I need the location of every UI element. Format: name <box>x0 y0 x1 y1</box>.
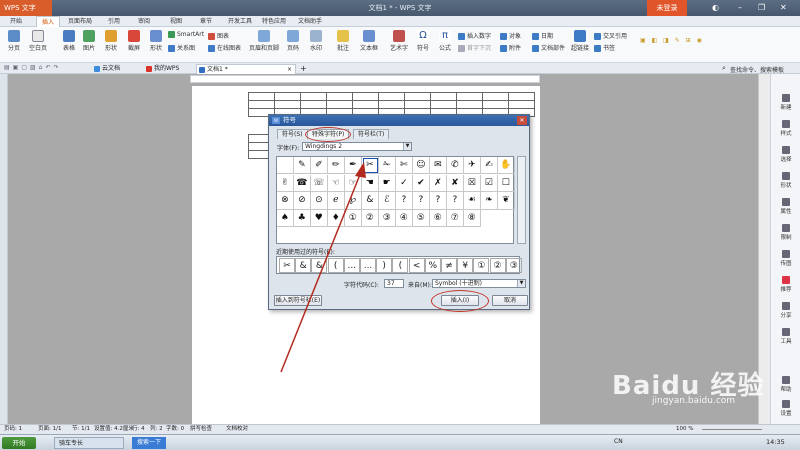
status-chars: 字数: 0 <box>166 426 185 432</box>
status-settings: 设置值: 4.2厘米 <box>94 426 134 432</box>
clock: 14:35 <box>766 438 785 446</box>
zoom-slider[interactable] <box>702 429 762 430</box>
status-col: 列: 2 <box>150 426 163 432</box>
status-proof[interactable]: 文档校对 <box>226 425 248 434</box>
taskbar-search-button[interactable]: 搜索一下 <box>132 437 166 449</box>
status-bar: 页码: 1 页面: 1/1 节: 1/1 设置值: 4.2厘米 行: 4 列: … <box>0 424 800 434</box>
status-pages: 页面: 1/1 <box>38 426 62 432</box>
status-zoom[interactable]: 100 % <box>676 425 693 434</box>
status-row: 行: 4 <box>132 426 145 432</box>
taskbar-item-0[interactable]: 骑车专长 <box>54 437 124 449</box>
ime-indicator[interactable]: CN <box>614 438 623 445</box>
status-page: 页码: 1 <box>4 426 23 432</box>
start-button[interactable]: 开始 <box>2 437 36 449</box>
baidu-watermark-url: jingyan.baidu.com <box>652 396 736 406</box>
status-section: 节: 1/1 <box>72 426 90 432</box>
taskbar: 开始 骑车专长 搜索一下 CN 14:35 <box>0 434 800 450</box>
status-spell[interactable]: 拼写检查 <box>190 425 212 434</box>
